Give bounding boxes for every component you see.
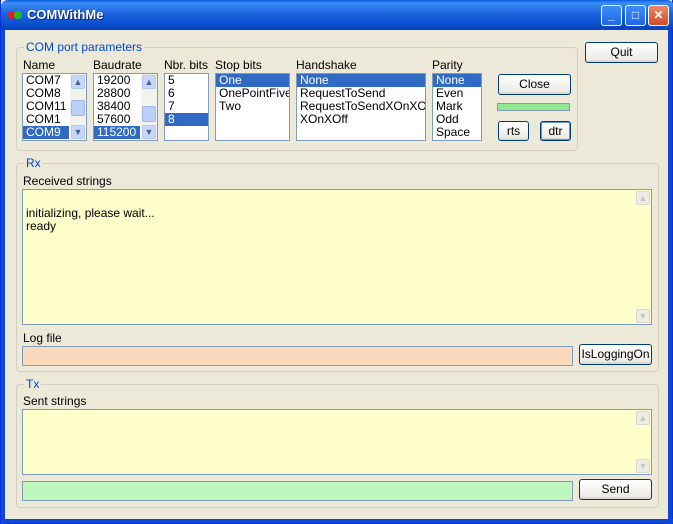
send-button[interactable]: Send [579, 479, 652, 500]
port-name-item[interactable]: COM9 [23, 126, 69, 139]
send-input[interactable] [22, 481, 573, 501]
nbr-bits-label: Nbr. bits [164, 58, 209, 72]
title-bar[interactable]: COMWithMe _ □ ✕ [1, 0, 673, 30]
window-frame-left [1, 30, 5, 524]
scroll-down-icon[interactable]: ▼ [636, 309, 650, 323]
port-status-indicator [497, 103, 570, 111]
app-icon [8, 11, 22, 19]
scroll-down-icon[interactable]: ▼ [142, 125, 156, 139]
received-strings-text: initializing, please wait... ready [26, 206, 155, 233]
parity-item[interactable]: Space [433, 126, 481, 139]
stop-bits-label: Stop bits [215, 58, 262, 72]
is-logging-on-button[interactable]: IsLoggingOn [579, 344, 652, 365]
close-port-button[interactable]: Close [498, 74, 571, 95]
received-strings-textarea[interactable]: initializing, please wait... ready ▲ ▼ [22, 189, 652, 325]
window-frame-bottom [1, 519, 673, 523]
scroll-down-icon[interactable]: ▼ [636, 459, 650, 473]
sent-strings-label: Sent strings [23, 394, 87, 408]
window-frame-right [668, 30, 672, 524]
minimize-button[interactable]: _ [601, 5, 622, 26]
minimize-icon: _ [608, 8, 615, 22]
parity-items: None Even Mark Odd Space [433, 74, 481, 139]
parity-label: Parity [432, 58, 463, 72]
baudrate-item[interactable]: 115200 [94, 126, 140, 139]
log-file-input[interactable] [22, 346, 573, 366]
dtr-button[interactable]: dtr [540, 121, 571, 141]
com-port-parameters-legend: COM port parameters [24, 40, 145, 54]
maximize-button[interactable]: □ [625, 5, 646, 26]
maximize-icon: □ [631, 8, 640, 22]
main-window: COMWithMe _ □ ✕ COM port parameters Name… [0, 0, 673, 524]
scroll-thumb[interactable] [142, 106, 156, 122]
received-strings-label: Received strings [23, 174, 112, 188]
close-icon: ✕ [653, 8, 664, 22]
log-file-label: Log file [23, 331, 62, 345]
stop-bits-items: One OnePointFive Two [216, 74, 289, 113]
name-label: Name [23, 58, 56, 72]
sent-scrollbar[interactable]: ▲ ▼ [635, 410, 651, 474]
rts-button[interactable]: rts [498, 121, 529, 141]
sent-strings-textarea[interactable]: ▲ ▼ [22, 409, 652, 475]
scroll-thumb[interactable] [71, 100, 85, 116]
handshake-items: None RequestToSend RequestToSendXOnXOff XOn… [297, 74, 425, 126]
scroll-up-icon[interactable]: ▲ [636, 411, 650, 425]
nbr-bits-list[interactable]: 5678 [164, 73, 209, 141]
scroll-up-icon[interactable]: ▲ [142, 75, 156, 89]
scroll-up-icon[interactable]: ▲ [71, 75, 85, 89]
handshake-list[interactable]: None RequestToSend RequestToSendXOnXOff XOn… [296, 73, 426, 141]
window-title: COMWithMe [27, 7, 104, 22]
port-name-scrollbar[interactable]: ▲ ▼ [70, 74, 86, 140]
close-window-button[interactable]: ✕ [648, 5, 669, 26]
baudrate-list[interactable]: 19200 28800 38400 57600 115200 ▲ ▼ [93, 73, 158, 141]
handshake-item[interactable]: XOnXOff [297, 113, 425, 126]
received-scrollbar[interactable]: ▲ ▼ [635, 190, 651, 324]
stop-bits-item[interactable]: Two [216, 100, 289, 113]
nbr-bits-items: 5678 [165, 74, 208, 126]
baudrate-label: Baudrate [93, 58, 142, 72]
handshake-label: Handshake [296, 58, 357, 72]
quit-button[interactable]: Quit [585, 42, 658, 63]
baudrate-scrollbar[interactable]: ▲ ▼ [141, 74, 157, 140]
scroll-up-icon[interactable]: ▲ [636, 191, 650, 205]
port-name-list[interactable]: COM7 COM8 COM11 COM1 COM9 ▲ ▼ [22, 73, 87, 141]
rx-legend: Rx [24, 156, 43, 170]
scroll-down-icon[interactable]: ▼ [71, 125, 85, 139]
nbr-bits-item[interactable]: 8 [165, 113, 208, 126]
parity-list[interactable]: None Even Mark Odd Space [432, 73, 482, 141]
stop-bits-list[interactable]: One OnePointFive Two [215, 73, 290, 141]
tx-legend: Tx [24, 377, 42, 391]
